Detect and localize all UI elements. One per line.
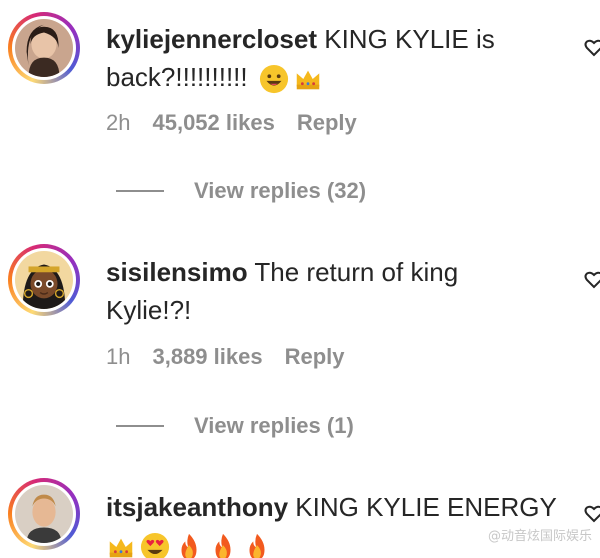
like-heart-icon[interactable]: [584, 270, 600, 290]
comment-text-cont: Kylie!?!: [106, 295, 192, 325]
comment-likes[interactable]: 45,052 likes: [152, 110, 274, 136]
fire-emoji: [208, 532, 238, 558]
comment-text: KING KYLIE is: [324, 24, 495, 54]
watermark: @动音炫国际娱乐: [487, 529, 592, 544]
comment-text: The return of king: [254, 257, 459, 287]
avatar: [15, 251, 73, 309]
divider-line: [116, 190, 164, 192]
view-replies-label: View replies (1): [194, 413, 354, 438]
view-replies-label: View replies (32): [194, 178, 367, 203]
comment-username[interactable]: sisilensimo: [106, 257, 248, 287]
reply-button[interactable]: Reply: [285, 344, 345, 370]
reply-button[interactable]: Reply: [297, 110, 357, 136]
heart-eyes-emoji: [140, 532, 170, 558]
like-heart-icon[interactable]: [584, 504, 600, 524]
divider-line: [116, 425, 164, 427]
avatar: [15, 19, 73, 77]
comment-username[interactable]: kyliejennercloset: [106, 24, 317, 54]
grinning-face-emoji: [259, 64, 289, 94]
view-replies-button[interactable]: View replies (1): [116, 413, 354, 439]
comment-timestamp: 1h: [106, 344, 131, 369]
comment-username[interactable]: itsjakeanthony: [106, 492, 288, 522]
crown-emoji: [293, 64, 323, 94]
comment-likes[interactable]: 3,889 likes: [152, 344, 262, 370]
view-replies-button[interactable]: View replies (32): [116, 178, 366, 204]
comment-text-cont: back?!!!!!!!!!!: [106, 62, 248, 92]
avatar-story-ring[interactable]: [8, 12, 80, 84]
like-heart-icon[interactable]: [584, 38, 600, 58]
avatar-story-ring[interactable]: [8, 244, 80, 316]
fire-emoji: [242, 532, 272, 558]
crown-emoji: [106, 532, 136, 558]
fire-emoji: [174, 532, 204, 558]
comment-timestamp: 2h: [106, 110, 131, 135]
avatar: [15, 485, 73, 543]
comment-text: KING KYLIE ENERGY: [295, 492, 557, 522]
avatar-story-ring[interactable]: [8, 478, 80, 550]
